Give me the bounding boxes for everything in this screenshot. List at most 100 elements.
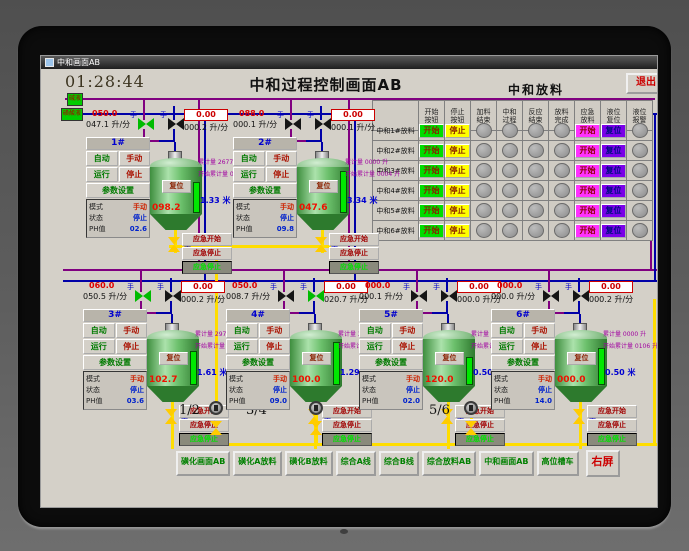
stop-button[interactable]: 停止: [523, 339, 555, 354]
flow-setpoint-input[interactable]: 0.00: [181, 281, 225, 293]
tank-reset-button[interactable]: 复位: [435, 352, 464, 365]
stop-button[interactable]: 停止: [258, 339, 290, 354]
inlet-valve-right-icon[interactable]: [315, 118, 331, 130]
params-button[interactable]: 参数设置: [491, 355, 555, 370]
row-3-level-reset-button[interactable]: 复位: [601, 183, 626, 198]
inlet-valve-right-icon[interactable]: [168, 118, 184, 130]
run-button[interactable]: 运行: [233, 167, 265, 182]
tank-reset-button[interactable]: 复位: [162, 180, 191, 193]
params-button[interactable]: 参数设置: [86, 183, 150, 198]
stop-button[interactable]: 停止: [118, 167, 150, 182]
run-button[interactable]: 运行: [86, 167, 118, 182]
run-button[interactable]: 运行: [226, 339, 258, 354]
manual-button[interactable]: 手动: [391, 323, 423, 338]
nav-neutralization-screen-button[interactable]: 中和画面AB: [479, 451, 534, 476]
pipe-acid-drop: [140, 270, 142, 292]
inlet-valve-right-icon[interactable]: [308, 290, 324, 302]
run-button[interactable]: 运行: [359, 339, 391, 354]
tank-reset-button[interactable]: 复位: [302, 352, 331, 365]
emergency-stop-button[interactable]: 应急停止: [182, 247, 232, 260]
inlet-valve-right-icon[interactable]: [573, 290, 589, 302]
right-screen-button[interactable]: 右屏: [585, 450, 620, 477]
tank-reset-button[interactable]: 复位: [159, 352, 188, 365]
manual-button[interactable]: 手动: [523, 323, 555, 338]
row-3-stop-button[interactable]: 停止: [445, 183, 470, 198]
params-button[interactable]: 参数设置: [359, 355, 423, 370]
row-0-level-reset-button[interactable]: 复位: [601, 123, 626, 138]
stop-button[interactable]: 停止: [115, 339, 147, 354]
row-1-emergency-discharge-button[interactable]: 开始: [575, 143, 600, 158]
row-5-start-button[interactable]: 开始: [419, 223, 444, 238]
row-3-start-button[interactable]: 开始: [419, 183, 444, 198]
manual-button[interactable]: 手动: [115, 323, 147, 338]
manual-button[interactable]: 手动: [265, 151, 297, 166]
auto-button[interactable]: 自动: [86, 151, 118, 166]
inlet-valve-left-icon[interactable]: [278, 290, 294, 302]
pump-12-icon[interactable]: [209, 401, 223, 415]
pump-34-icon[interactable]: [309, 401, 323, 415]
manual-tag-icon: 手: [433, 283, 440, 291]
manual-button[interactable]: 手动: [118, 151, 150, 166]
flow-setpoint-input[interactable]: 0.00: [331, 109, 375, 121]
row-0-stop-button[interactable]: 停止: [445, 123, 470, 138]
auto-button[interactable]: 自动: [226, 323, 258, 338]
manual-button[interactable]: 手动: [258, 323, 290, 338]
nav-sulfonation-a-discharge-button[interactable]: 磺化A放料: [233, 451, 282, 476]
emergency-stop-button[interactable]: 应急停止: [179, 419, 229, 432]
params-button[interactable]: 参数设置: [226, 355, 290, 370]
run-button[interactable]: 运行: [83, 339, 115, 354]
row-4-stop-button[interactable]: 停止: [445, 203, 470, 218]
nav-sulfonation-screen-button[interactable]: 磺化画面AB: [176, 451, 231, 476]
inlet-valve-left-icon[interactable]: [285, 118, 301, 130]
nav-elevated-tank-button[interactable]: 高位槽车: [536, 451, 579, 476]
inlet-valve-left-icon[interactable]: [411, 290, 427, 302]
tank-reset-button[interactable]: 复位: [309, 180, 338, 193]
row-4-level-reset-button[interactable]: 复位: [601, 203, 626, 218]
nav-combined-discharge-button[interactable]: 综合放料AB: [421, 451, 477, 476]
row-0-start-button[interactable]: 开始: [419, 123, 444, 138]
emergency-stop-button[interactable]: 应急停止: [587, 419, 637, 432]
row-2-emergency-discharge-button[interactable]: 开始: [575, 163, 600, 178]
run-button[interactable]: 运行: [491, 339, 523, 354]
row-4-emergency-discharge-button[interactable]: 开始: [575, 203, 600, 218]
row-5-level-reset-button[interactable]: 复位: [601, 223, 626, 238]
emergency-stop-button[interactable]: 应急停止: [329, 247, 379, 260]
tank-reset-button[interactable]: 复位: [567, 352, 596, 365]
row-1-start-button[interactable]: 开始: [419, 143, 444, 158]
row-5-stop-button[interactable]: 停止: [445, 223, 470, 238]
row-2-level-reset-button[interactable]: 复位: [601, 163, 626, 178]
inlet-valve-left-icon[interactable]: [135, 290, 151, 302]
row-3-emergency-discharge-button[interactable]: 开始: [575, 183, 600, 198]
auto-button[interactable]: 自动: [233, 151, 265, 166]
params-button[interactable]: 参数设置: [83, 355, 147, 370]
inlet-valve-left-icon[interactable]: [543, 290, 559, 302]
pump-56-icon[interactable]: [464, 401, 478, 415]
auto-button[interactable]: 自动: [359, 323, 391, 338]
row-1-level-reset-button[interactable]: 复位: [601, 143, 626, 158]
flow-actual-left: 000.1 升/分: [359, 292, 404, 301]
emergency-start-button[interactable]: 应急开始: [329, 233, 379, 246]
inlet-valve-left-icon[interactable]: [138, 118, 154, 130]
nav-sulfonation-b-discharge-button[interactable]: 磺化B放料: [284, 451, 333, 476]
stop-button[interactable]: 停止: [391, 339, 423, 354]
row-5-emergency-discharge-button[interactable]: 开始: [575, 223, 600, 238]
stop-button[interactable]: 停止: [265, 167, 297, 182]
row-2-start-button[interactable]: 开始: [419, 163, 444, 178]
emergency-start-button[interactable]: 应急开始: [182, 233, 232, 246]
auto-button[interactable]: 自动: [491, 323, 523, 338]
auto-button[interactable]: 自动: [83, 323, 115, 338]
row-0-emergency-discharge-button[interactable]: 开始: [575, 123, 600, 138]
inlet-valve-right-icon[interactable]: [165, 290, 181, 302]
exit-button[interactable]: 退出: [626, 73, 657, 94]
window-titlebar[interactable]: 中和画面AB: [41, 56, 657, 69]
flow-setpoint-input[interactable]: 0.00: [184, 109, 228, 121]
flow-setpoint-input[interactable]: 0.00: [589, 281, 633, 293]
row-1-stop-button[interactable]: 停止: [445, 143, 470, 158]
inlet-valve-right-icon[interactable]: [441, 290, 457, 302]
nav-combined-a-line-button[interactable]: 综合A线: [335, 451, 376, 476]
nav-combined-b-line-button[interactable]: 综合B线: [378, 451, 419, 476]
row-4-start-button[interactable]: 开始: [419, 203, 444, 218]
params-button[interactable]: 参数设置: [233, 183, 297, 198]
emergency-start-button[interactable]: 应急开始: [587, 405, 637, 418]
row-2-stop-button[interactable]: 停止: [445, 163, 470, 178]
